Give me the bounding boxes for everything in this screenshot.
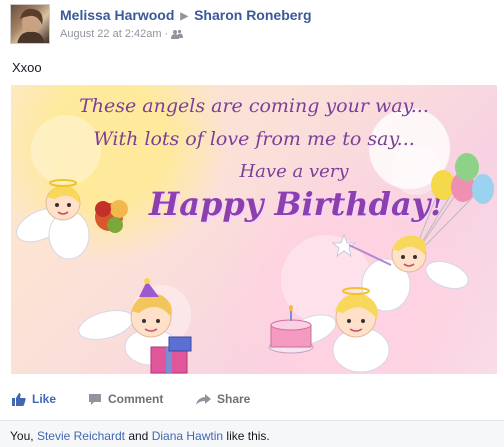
avatar[interactable] <box>10 4 50 44</box>
post-message: Xxoo <box>12 60 42 75</box>
share-button[interactable]: Share <box>196 392 250 406</box>
like-label: Like <box>32 392 57 406</box>
birthday-card-image[interactable]: These angels are coming your way... With… <box>11 85 497 374</box>
likes-prefix: You, <box>10 429 34 443</box>
post-header: Melissa Harwood ▶ Sharon Roneberg August 2… <box>10 4 500 46</box>
arrow-right-icon: ▶ <box>180 11 189 22</box>
like-button[interactable]: Like <box>12 392 56 406</box>
liker-link[interactable]: Diana Hawtin <box>152 429 223 443</box>
post-actions: Like Comment Share <box>0 386 504 414</box>
share-label: Share <box>217 392 251 406</box>
comment-button[interactable]: Comment <box>88 392 163 406</box>
thumbs-up-icon <box>12 393 26 406</box>
comment-label: Comment <box>108 392 164 406</box>
angel-illustrations <box>16 153 494 374</box>
likes-suffix: like this. <box>226 429 270 443</box>
liker-link[interactable]: Stevie Reichardt <box>37 429 125 443</box>
likes-and: and <box>128 429 149 443</box>
share-icon <box>196 393 211 405</box>
post-title: Melissa Harwood ▶ Sharon Roneberg <box>60 7 312 23</box>
feed-post: Melissa Harwood ▶ Sharon Roneberg August 2… <box>0 0 504 447</box>
recipient-name[interactable]: Sharon Roneberg <box>194 7 311 23</box>
author-name[interactable]: Melissa Harwood <box>60 7 174 23</box>
friends-icon[interactable] <box>171 28 184 40</box>
separator-dot: · <box>164 28 169 40</box>
post-meta: August 22 at 2:42am · <box>60 28 184 40</box>
comment-icon <box>89 393 101 405</box>
post-timestamp[interactable]: August 22 at 2:42am <box>60 28 162 40</box>
likes-summary: You, Stevie Reichardt and Diana Hawtin l… <box>0 420 504 447</box>
